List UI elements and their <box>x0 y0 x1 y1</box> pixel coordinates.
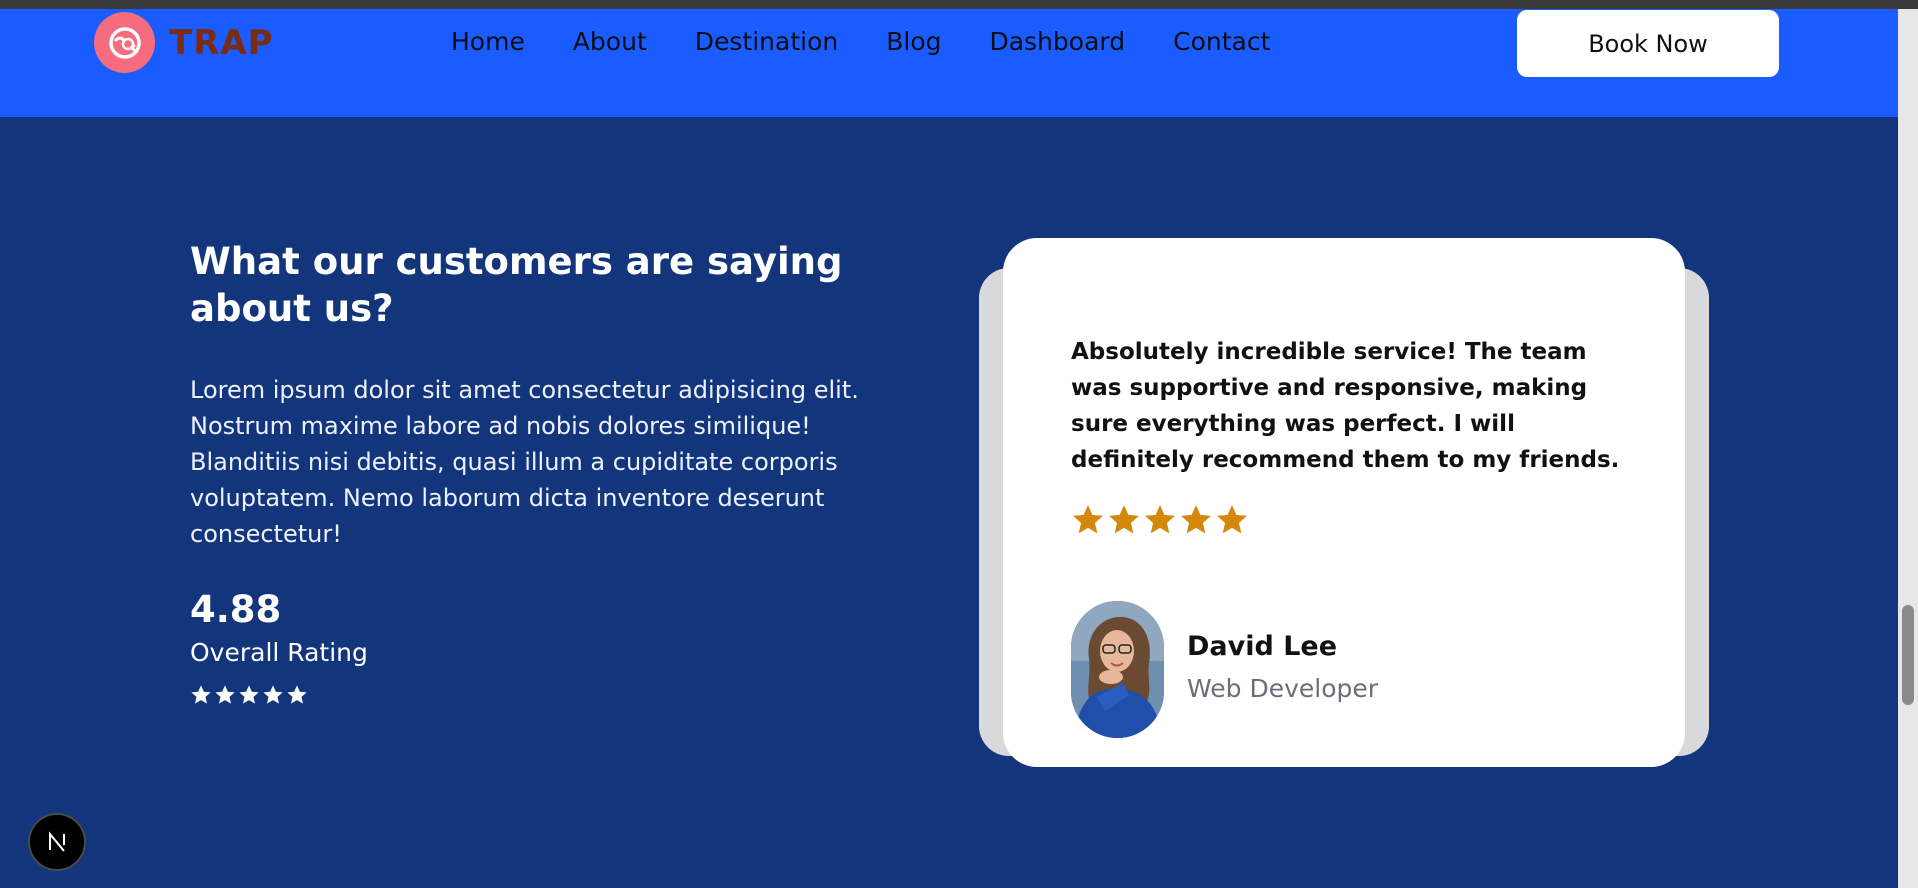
n-logo-icon[interactable] <box>28 813 86 871</box>
brand[interactable]: TRAP <box>94 12 274 73</box>
star-icon <box>287 685 307 704</box>
overall-rating-label: Overall Rating <box>190 638 368 667</box>
nav-blog[interactable]: Blog <box>886 27 941 56</box>
testimonial-quote: Absolutely incredible service! The team … <box>1071 339 1620 473</box>
testimonials-intro: What our customers are saying about us? … <box>190 238 910 704</box>
star-icon <box>1181 505 1211 534</box>
book-now-button[interactable]: Book Now <box>1517 10 1779 77</box>
travel-search-icon <box>94 12 155 73</box>
section-heading: What our customers are saying about us? <box>190 240 843 330</box>
star-icon <box>239 685 259 704</box>
overall-rating-stars <box>190 684 308 706</box>
browser-top-strip <box>0 0 1918 9</box>
main-nav: Home About Destination Blog Dashboard Co… <box>451 27 1318 56</box>
testimonial-stars <box>1071 503 1249 537</box>
avatar <box>1071 601 1164 738</box>
scrollbar-thumb[interactable] <box>1902 605 1914 705</box>
nav-dashboard[interactable]: Dashboard <box>989 27 1125 56</box>
nav-about[interactable]: About <box>573 27 647 56</box>
star-icon <box>1217 505 1247 534</box>
reviewer-name: David Lee <box>1187 631 1338 662</box>
nav-destination[interactable]: Destination <box>695 27 838 56</box>
section-description: Lorem ipsum dolor sit amet consectetur a… <box>190 376 859 548</box>
page-scrollbar[interactable] <box>1898 9 1918 888</box>
star-icon <box>191 685 211 704</box>
navbar: TRAP Home About Destination Blog Dashboa… <box>0 9 1898 117</box>
nav-contact[interactable]: Contact <box>1173 27 1270 56</box>
brand-name: TRAP <box>169 22 274 63</box>
star-icon <box>215 685 235 704</box>
star-icon <box>263 685 283 704</box>
testimonial-card[interactable]: Absolutely incredible service! The team … <box>1003 238 1685 767</box>
reviewer-role: Web Developer <box>1187 674 1379 703</box>
overall-rating-value: 4.88 <box>190 588 282 631</box>
star-icon <box>1073 505 1103 534</box>
star-icon <box>1145 505 1175 534</box>
star-icon <box>1109 505 1139 534</box>
nav-home[interactable]: Home <box>451 27 525 56</box>
